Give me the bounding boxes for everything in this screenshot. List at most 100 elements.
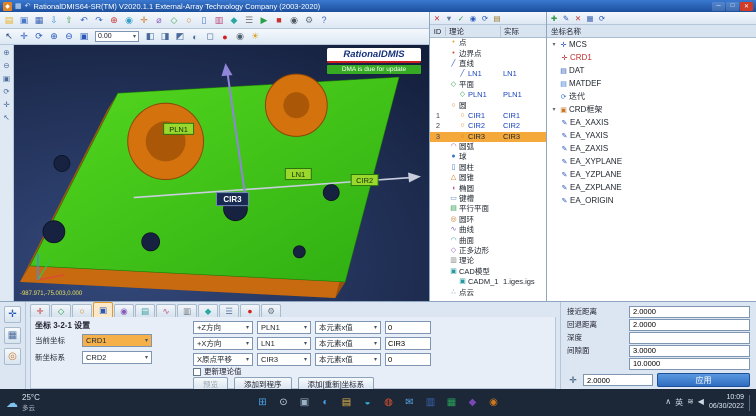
toolbar-icon[interactable]: ▶ (257, 13, 271, 27)
coordinate-row[interactable]: ✎ EA_YZPLANE (547, 168, 756, 181)
module-tab[interactable]: ▤ (135, 304, 155, 317)
taskbar-app-icon[interactable]: ◉ (486, 395, 502, 411)
quick-save-icon[interactable]: ▦ (15, 2, 22, 10)
feature-tool-icon[interactable]: ▼ (444, 13, 454, 23)
feature-row[interactable]: ◠曲面 (430, 235, 546, 245)
view-option-icon[interactable]: ◧ (143, 30, 157, 44)
feature-row[interactable]: ▯圆柱 (430, 163, 546, 173)
toolbar-icon[interactable]: ⇩ (47, 13, 61, 27)
coordinate-row[interactable]: ✎ EA_ORIGIN (547, 194, 756, 207)
toolbar-icon[interactable]: ⊕ (107, 13, 121, 27)
minimize-button[interactable]: ─ (712, 2, 725, 11)
coordinate-row[interactable]: ✎ EA_ZXPLANE (547, 181, 756, 194)
toolbar-icon[interactable]: ☰ (242, 13, 256, 27)
module-tab[interactable]: ⚙ (261, 304, 281, 317)
column-actual[interactable]: 实际 (501, 26, 546, 37)
view-tool-icon[interactable]: ⊕ (47, 30, 61, 44)
probe-extra-input[interactable] (583, 374, 653, 386)
view-option-icon[interactable]: ◐ (188, 30, 202, 44)
taskbar-app-icon[interactable]: ◐ (318, 395, 334, 411)
view-option-icon[interactable]: ☀ (248, 30, 262, 44)
label-cir3[interactable]: CIR3 (217, 193, 249, 206)
feature-tool-icon[interactable]: ◉ (468, 13, 478, 23)
axis-feature-select[interactable]: CIR3 (257, 353, 311, 366)
maximize-button[interactable]: □ (726, 2, 739, 11)
coordinate-tool-icon[interactable]: ✎ (561, 13, 571, 23)
tray-icon[interactable]: ◀ (698, 397, 704, 408)
toolbar-icon[interactable]: ◉ (122, 13, 136, 27)
taskbar-app-icon[interactable]: ▥ (423, 395, 439, 411)
taskbar-app-icon[interactable]: ▤ (339, 395, 355, 411)
axis-mode-select[interactable]: 本元素x值 (315, 321, 381, 334)
new-coordinate-select[interactable]: CRD2 (82, 351, 152, 364)
coordinate-tool-icon[interactable]: ✕ (573, 13, 583, 23)
side-tool-icon[interactable]: ✛ (1, 99, 12, 110)
toolbar-icon[interactable]: ✛ (137, 13, 151, 27)
bottom-tool-icon[interactable]: ▦ (4, 327, 21, 344)
coordinate-tool-icon[interactable]: ▦ (585, 13, 595, 23)
feature-row[interactable]: ◎圆环 (430, 215, 546, 225)
feature-tool-icon[interactable]: ⟳ (480, 13, 490, 23)
probe-parameter-input[interactable] (629, 332, 750, 344)
coordinate-row[interactable]: ▤ DAT (547, 64, 756, 77)
module-tab[interactable]: ● (240, 304, 260, 317)
side-tool-icon[interactable]: ⊕ (1, 47, 12, 58)
feature-row[interactable]: ◇正多边形 (430, 246, 546, 256)
module-tab[interactable]: ▥ (177, 304, 197, 317)
viewport-3d[interactable]: PLN1 LN1 CIR2 CIR3 (14, 45, 429, 301)
feature-row[interactable]: ▥理论 (430, 256, 546, 266)
view-tool-icon[interactable]: ↖ (2, 30, 16, 44)
view-tool-icon[interactable]: ✛ (17, 30, 31, 44)
feature-tool-icon[interactable]: ▤ (492, 13, 502, 23)
tolerance-value-combo[interactable]: 0.00 (95, 31, 139, 42)
feature-row[interactable]: ◇平面 (430, 80, 546, 90)
coordinate-row[interactable]: ⟳ 迭代 (547, 90, 756, 103)
coordinate-row[interactable]: ✎ EA_XYPLANE (547, 155, 756, 168)
toolbar-icon[interactable]: ⇧ (62, 13, 76, 27)
toolbar-icon[interactable]: ↷ (92, 13, 106, 27)
side-tool-icon[interactable]: ⊖ (1, 60, 12, 71)
toolbar-icon[interactable]: ▣ (17, 13, 31, 27)
module-tab[interactable]: ◇ (51, 304, 71, 317)
view-option-icon[interactable]: ● (218, 30, 232, 44)
axis-direction-select[interactable]: X原点平移 (193, 353, 253, 366)
toolbar-icon[interactable]: ? (317, 13, 331, 27)
view-tool-icon[interactable]: ⊖ (62, 30, 76, 44)
feature-row[interactable]: •边界点 (430, 48, 546, 58)
side-tool-icon[interactable]: ↖ (1, 112, 12, 123)
toolbar-icon[interactable]: ▦ (32, 13, 46, 27)
coordinate-row[interactable]: ✎ EA_YAXIS (547, 129, 756, 142)
toolbar-icon[interactable]: ○ (182, 13, 196, 27)
expand-icon[interactable]: ▾ (550, 41, 558, 48)
tray-icon[interactable]: ∧ (665, 397, 671, 408)
quick-undo-icon[interactable]: ↶ (25, 2, 31, 10)
feature-row[interactable]: ∿曲线 (430, 225, 546, 235)
show-desktop-button[interactable] (749, 395, 752, 411)
feature-row[interactable]: 2 ○CIR2 CIR2 (430, 121, 546, 131)
close-button[interactable]: ✕ (740, 2, 753, 11)
toolbar-icon[interactable]: ■ (272, 13, 286, 27)
bottom-tool-icon[interactable]: ◎ (4, 348, 21, 365)
feature-row[interactable]: ●球 (430, 152, 546, 162)
toolbar-icon[interactable]: ◆ (227, 13, 241, 27)
toolbar-icon[interactable]: ⚙ (302, 13, 316, 27)
label-ln1[interactable]: LN1 (285, 168, 311, 179)
toolbar-icon[interactable]: ↶ (77, 13, 91, 27)
view-option-icon[interactable]: ◻ (203, 30, 217, 44)
column-theory[interactable]: 理论 (446, 26, 501, 37)
feature-row[interactable]: ▤平行平面 (430, 204, 546, 214)
clock[interactable]: 10:09 06/30/2022 (709, 394, 744, 412)
feature-row[interactable]: ╱直线 (430, 59, 546, 69)
feature-row[interactable]: ▣CADM_1 1.iges.igs (430, 277, 546, 287)
expand-icon[interactable]: ▾ (550, 106, 558, 113)
view-tool-icon[interactable]: ⟳ (32, 30, 46, 44)
module-tab[interactable]: ✛ (30, 304, 50, 317)
probe-parameter-input[interactable] (629, 358, 750, 370)
taskbar-app-icon[interactable]: ⊙ (276, 395, 292, 411)
coordinate-row[interactable]: ✛ CRD1 (547, 51, 756, 64)
feature-row[interactable]: 1 ○CIR1 CIR1 (430, 111, 546, 121)
taskbar-app-icon[interactable]: ✉ (402, 395, 418, 411)
feature-row[interactable]: •点 (430, 38, 546, 48)
apply-button[interactable]: 应用 (657, 373, 750, 387)
feature-row[interactable]: ○圆 (430, 100, 546, 110)
